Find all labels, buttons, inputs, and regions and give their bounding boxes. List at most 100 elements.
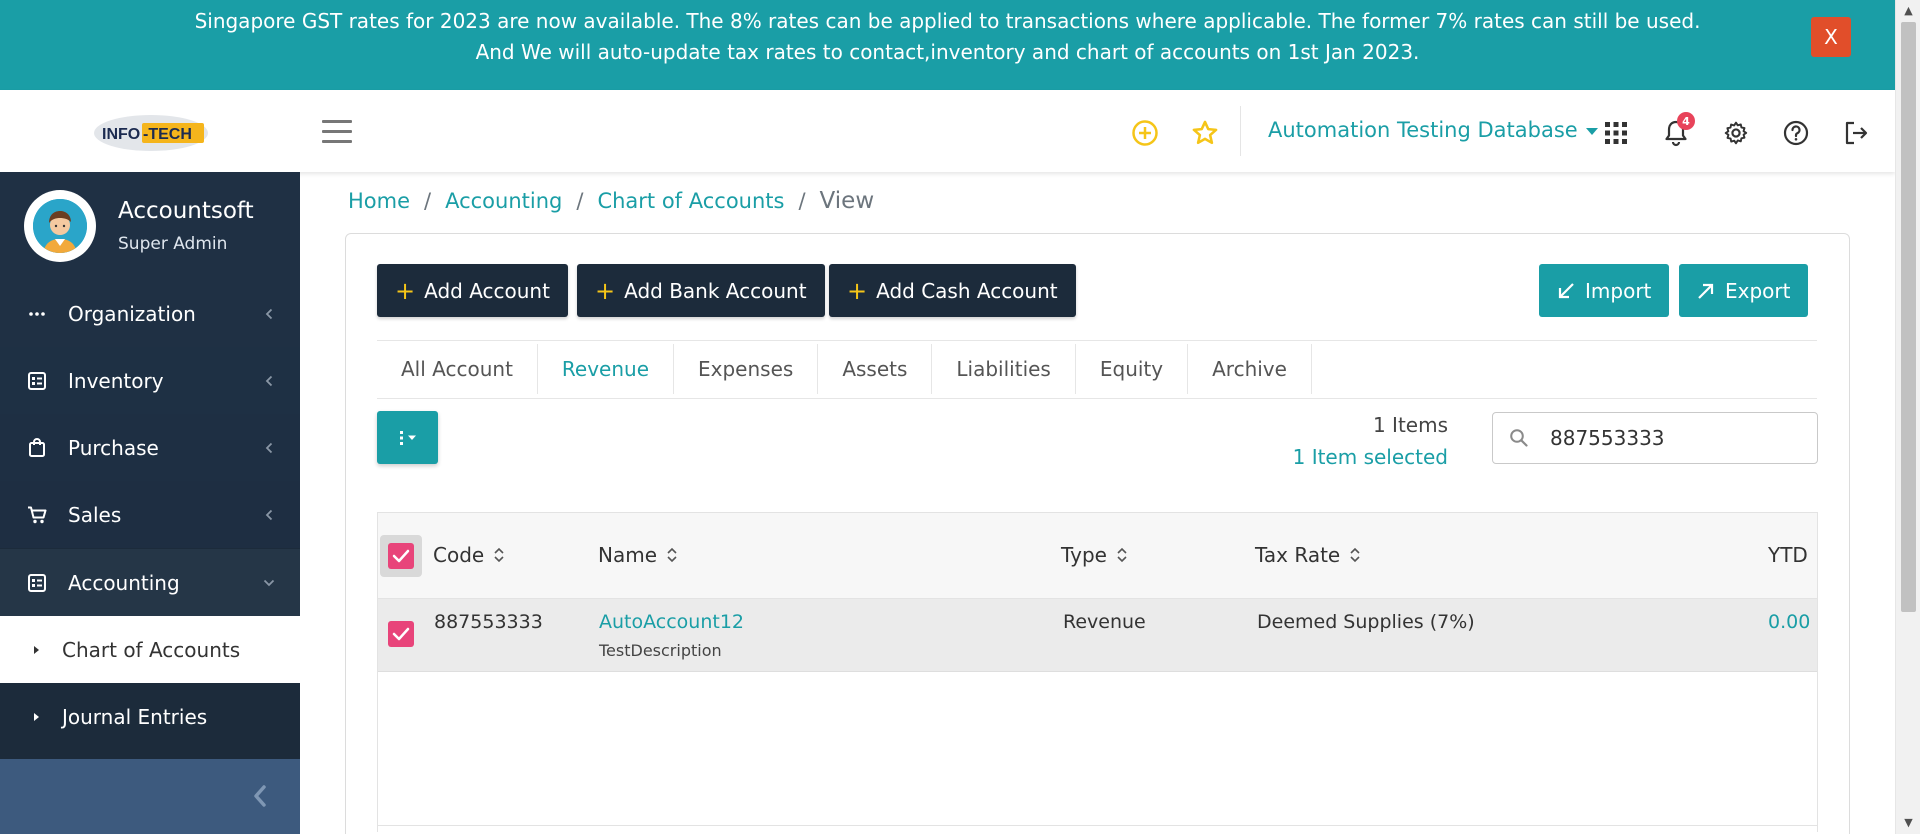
tabs-divider <box>377 398 1817 399</box>
add-account-button[interactable]: + Add Account <box>377 264 568 317</box>
items-selected[interactable]: 1 Item selected <box>1250 445 1448 469</box>
export-label: Export <box>1725 278 1791 303</box>
notification-bell-icon[interactable]: 4 <box>1661 112 1695 148</box>
scroll-up-icon[interactable]: ▲ <box>1896 0 1920 22</box>
tab-equity[interactable]: Equity <box>1076 344 1189 394</box>
page-scrollbar[interactable]: ▲ ▼ <box>1895 0 1920 834</box>
add-bank-account-button[interactable]: + Add Bank Account <box>577 264 825 317</box>
select-all-checkbox[interactable] <box>380 535 422 577</box>
sidebar-item-inventory[interactable]: Inventory <box>0 347 300 414</box>
table-row[interactable]: 887553333 AutoAccount12 TestDescription … <box>378 599 1817 672</box>
row-checkbox[interactable] <box>388 621 414 647</box>
table-footer-line <box>378 825 1817 826</box>
purchase-bag-icon <box>26 437 48 459</box>
export-arrow-icon <box>1698 283 1714 299</box>
scroll-thumb[interactable] <box>1901 22 1916 612</box>
sidebar-subitem-label: Journal Entries <box>62 704 208 729</box>
column-header-tax-rate-label: Tax Rate <box>1255 543 1341 567</box>
cell-name-link[interactable]: AutoAccount12 <box>599 611 744 633</box>
sort-icon <box>667 547 677 563</box>
chevron-left-icon <box>262 307 276 321</box>
column-header-type[interactable]: Type <box>1061 543 1129 567</box>
inventory-icon <box>26 370 48 392</box>
tab-assets[interactable]: Assets <box>818 344 933 394</box>
toolbar-divider <box>377 340 1817 341</box>
caret-right-icon <box>34 712 39 721</box>
import-arrow-icon <box>1558 282 1574 298</box>
export-button[interactable]: Export <box>1679 264 1809 317</box>
checkbox-checked-icon <box>388 543 414 569</box>
chevron-left-icon[interactable] <box>250 783 270 809</box>
breadcrumb-accounting[interactable]: Accounting <box>445 189 562 213</box>
avatar <box>24 190 96 262</box>
svg-text:INFO: INFO <box>102 126 140 143</box>
cart-icon <box>26 504 48 526</box>
tab-expenses[interactable]: Expenses <box>674 344 819 394</box>
svg-text:-TECH: -TECH <box>143 126 192 143</box>
accounting-icon <box>26 572 48 594</box>
database-selector[interactable]: Automation Testing Database <box>1268 118 1598 142</box>
search-icon <box>1510 429 1528 447</box>
import-button[interactable]: Import <box>1539 264 1670 317</box>
add-account-label: Add Account <box>424 278 550 303</box>
sidebar-item-accounting[interactable]: Accounting <box>0 549 300 616</box>
tab-revenue[interactable]: Revenue <box>538 344 675 394</box>
cell-description: TestDescription <box>599 641 722 660</box>
sidebar-subitem-journal-entries[interactable]: Journal Entries <box>0 683 300 750</box>
breadcrumb-chart-of-accounts[interactable]: Chart of Accounts <box>597 189 784 213</box>
database-name: Automation Testing Database <box>1268 118 1578 142</box>
top-header: INFO -TECH Automation Testing Database 4 <box>0 90 1895 172</box>
apps-grid-icon[interactable] <box>1601 118 1631 148</box>
quick-add-icon[interactable] <box>1130 118 1160 148</box>
banner-close-button[interactable]: X <box>1811 17 1851 57</box>
breadcrumb-current: View <box>819 188 875 214</box>
user-role: Super Admin <box>118 234 228 254</box>
chevron-down-icon <box>1585 128 1598 135</box>
star-icon[interactable] <box>1190 118 1220 148</box>
scroll-down-icon[interactable]: ▼ <box>1896 812 1920 834</box>
column-header-ytd[interactable]: YTD <box>1768 543 1808 567</box>
sort-icon <box>1117 547 1127 563</box>
breadcrumb-home[interactable]: Home <box>348 189 410 213</box>
table-header: Code Name Type Tax Rate YTD <box>378 513 1817 599</box>
sidebar-subitem-chart-of-accounts[interactable]: Chart of Accounts <box>0 616 300 683</box>
column-header-tax-rate[interactable]: Tax Rate <box>1255 543 1362 567</box>
notification-count-badge: 4 <box>1677 112 1695 130</box>
banner-line-2: And We will auto-update tax rates to con… <box>475 40 1420 64</box>
column-header-code[interactable]: Code <box>433 543 506 567</box>
plus-icon: + <box>847 276 868 305</box>
dots-icon <box>26 303 48 325</box>
search-field[interactable] <box>1492 412 1818 464</box>
user-profile[interactable]: Accountsoft Super Admin <box>0 172 300 280</box>
company-logo[interactable]: INFO -TECH <box>92 110 210 152</box>
banner-line-1: Singapore GST rates for 2023 are now ava… <box>194 9 1701 33</box>
logout-icon[interactable] <box>1841 118 1871 148</box>
user-name: Accountsoft <box>118 198 254 224</box>
tab-all-account[interactable]: All Account <box>377 344 538 394</box>
sidebar-subitem-label: Chart of Accounts <box>62 637 241 662</box>
column-header-name[interactable]: Name <box>598 543 679 567</box>
chevron-down-icon <box>262 576 276 590</box>
search-input[interactable] <box>1550 413 1805 463</box>
tab-liabilities[interactable]: Liabilities <box>932 344 1076 394</box>
gear-icon[interactable] <box>1721 118 1751 148</box>
sort-icon <box>494 547 504 563</box>
import-label: Import <box>1585 278 1652 303</box>
account-tabs: All Account Revenue Expenses Assets Liab… <box>377 344 1312 394</box>
help-icon[interactable] <box>1781 118 1811 148</box>
bulk-actions-dropdown-button[interactable] <box>377 411 438 464</box>
menu-toggle-icon[interactable] <box>322 120 352 144</box>
items-count: 1 Items <box>1372 413 1448 437</box>
column-header-name-label: Name <box>598 543 658 567</box>
cell-ytd[interactable]: 0.00 <box>1768 611 1810 633</box>
add-cash-account-button[interactable]: + Add Cash Account <box>829 264 1076 317</box>
add-cash-account-label: Add Cash Account <box>876 278 1058 303</box>
sidebar-collapse-bar[interactable] <box>0 759 300 834</box>
chevron-left-icon <box>262 508 276 522</box>
sidebar-item-sales[interactable]: Sales <box>0 481 300 548</box>
sidebar-item-purchase[interactable]: Purchase <box>0 414 300 481</box>
accounts-table: Code Name Type Tax Rate YTD 887553333 Au… <box>377 512 1818 832</box>
sidebar-item-organization[interactable]: Organization <box>0 280 300 347</box>
tab-archive[interactable]: Archive <box>1188 344 1312 394</box>
more-vertical-icon <box>399 430 416 445</box>
